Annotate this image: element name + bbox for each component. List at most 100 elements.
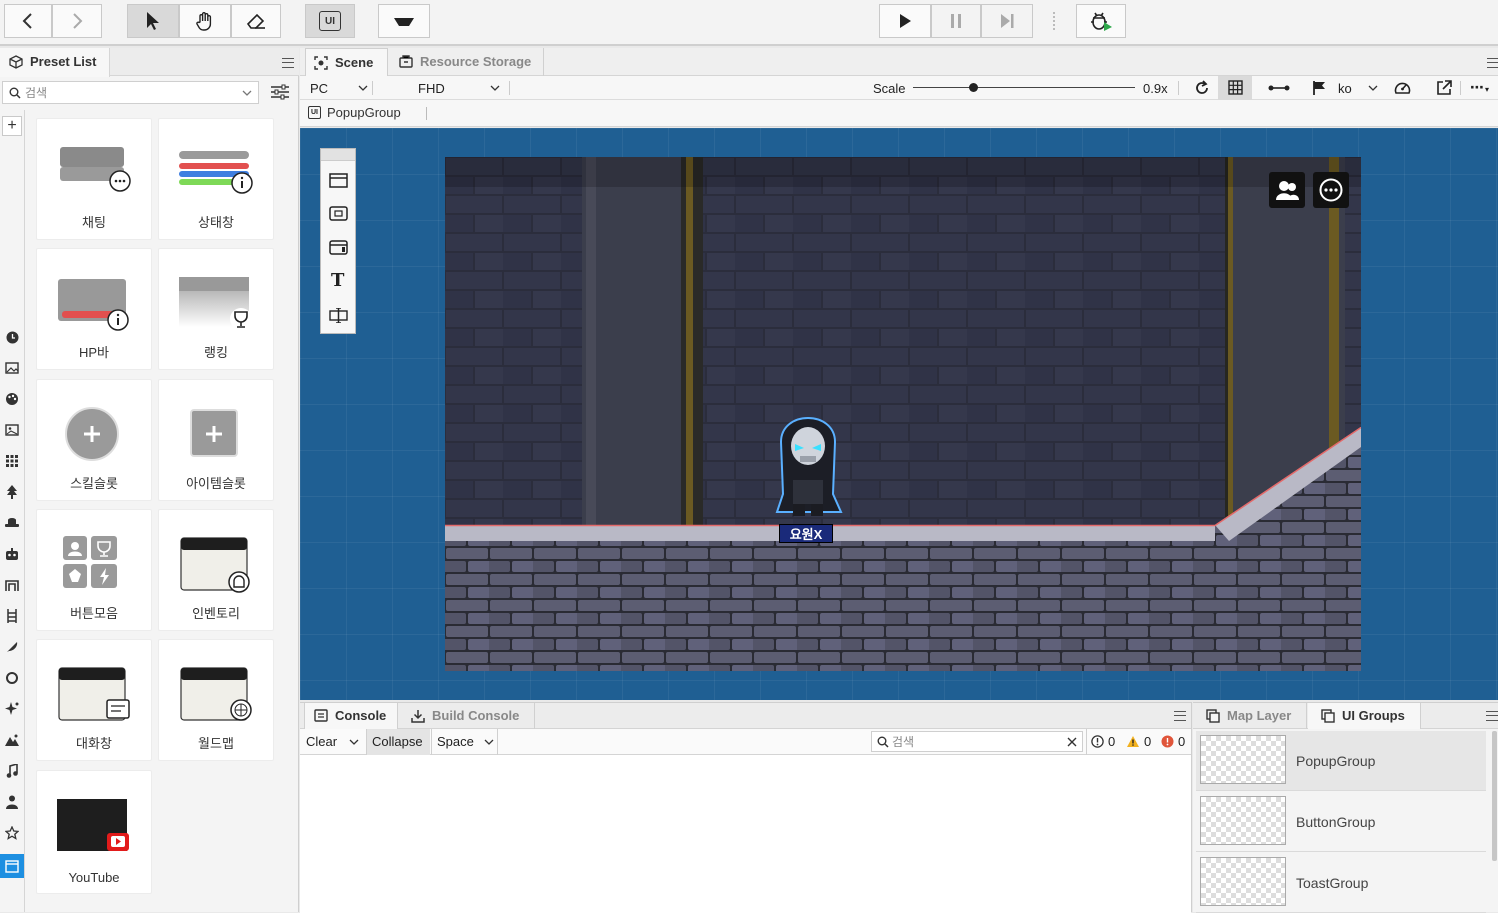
preset-card-skillslot[interactable]: 스킬슬롯 bbox=[36, 379, 152, 501]
refresh-icon[interactable] bbox=[1194, 80, 1210, 96]
scene-panel-menu-icon[interactable] bbox=[1487, 58, 1498, 68]
add-text-icon[interactable]: T bbox=[331, 270, 344, 291]
cube-icon bbox=[9, 54, 23, 69]
console-menu-icon[interactable] bbox=[1174, 711, 1186, 721]
preset-card-ranking[interactable]: 랭킹 bbox=[158, 248, 274, 370]
info-filter-toggle[interactable]: 0 bbox=[1091, 734, 1115, 749]
collapse-toggle[interactable]: Collapse bbox=[367, 729, 430, 755]
robot-icon[interactable] bbox=[3, 545, 21, 563]
preset-card-status[interactable]: 상태창 bbox=[158, 118, 274, 240]
preset-card-itemslot[interactable]: 아이템슬롯 bbox=[158, 379, 274, 501]
preset-card-youtube[interactable]: YouTube bbox=[36, 770, 152, 894]
chevron-down-icon[interactable] bbox=[242, 90, 252, 97]
ring-icon[interactable] bbox=[3, 669, 21, 687]
resolution-dropdown[interactable]: FHD bbox=[418, 79, 500, 97]
ui-mode-button[interactable]: UI bbox=[305, 4, 355, 38]
image-icon[interactable] bbox=[3, 359, 21, 377]
palette-icon[interactable] bbox=[3, 390, 21, 408]
gate-icon[interactable] bbox=[3, 576, 21, 594]
clear-button[interactable]: Clear bbox=[306, 734, 337, 749]
ui-group-item[interactable]: ButtonGroup bbox=[1196, 792, 1486, 852]
menu-hud-button[interactable] bbox=[1313, 172, 1349, 208]
play-button[interactable] bbox=[879, 4, 931, 38]
star-icon[interactable] bbox=[3, 824, 21, 842]
tab-build-console[interactable]: Build Console bbox=[399, 703, 535, 729]
tab-console[interactable]: Console bbox=[304, 703, 398, 729]
tab-resource-storage[interactable]: Resource Storage bbox=[389, 48, 544, 76]
scrollbar-thumb[interactable] bbox=[1492, 731, 1497, 861]
language-dropdown[interactable]: ko bbox=[1338, 79, 1378, 97]
search-icon bbox=[877, 736, 889, 748]
console-search-field[interactable]: 검색 bbox=[871, 731, 1083, 752]
select-tool-button[interactable] bbox=[127, 4, 179, 38]
debug-play-button[interactable] bbox=[1076, 4, 1126, 38]
more-options-icon[interactable]: ⋯▾ bbox=[1470, 79, 1496, 97]
hand-tool-button[interactable] bbox=[179, 4, 231, 38]
hat-icon[interactable] bbox=[3, 514, 21, 532]
breadcrumb-item[interactable]: UI PopupGroup bbox=[308, 105, 401, 120]
error-filter-toggle[interactable]: 0 bbox=[1161, 734, 1185, 749]
ui-group-item[interactable]: ToastGroup bbox=[1196, 853, 1486, 913]
tab-map-layer[interactable]: Map Layer bbox=[1197, 703, 1307, 729]
console-log-area[interactable] bbox=[300, 755, 1191, 913]
sparkle-icon[interactable] bbox=[3, 700, 21, 718]
gauge-icon[interactable] bbox=[1394, 80, 1411, 96]
flag-icon[interactable] bbox=[1312, 80, 1326, 96]
grid-icon[interactable] bbox=[3, 452, 21, 470]
music-note-icon[interactable] bbox=[3, 762, 21, 780]
add-panel-icon[interactable] bbox=[329, 173, 348, 188]
tab-preset-list[interactable]: Preset List bbox=[0, 48, 110, 77]
preset-card-hpbar[interactable]: HP바 bbox=[36, 248, 152, 370]
picture-icon[interactable] bbox=[3, 421, 21, 439]
snap-line-icon[interactable] bbox=[1268, 82, 1290, 94]
right-panel-menu-icon[interactable] bbox=[1486, 711, 1498, 721]
group-thumbnail bbox=[1200, 796, 1286, 845]
clock-icon[interactable] bbox=[3, 328, 21, 346]
add-scroll-icon[interactable] bbox=[329, 240, 348, 255]
toolbox-handle[interactable] bbox=[321, 149, 355, 161]
info-icon bbox=[1091, 735, 1104, 748]
search-icon bbox=[9, 87, 21, 99]
player-character[interactable] bbox=[771, 402, 845, 522]
storage-box-icon bbox=[399, 55, 413, 68]
space-dropdown[interactable]: Space bbox=[431, 729, 498, 755]
character-nameplate: 요원X bbox=[779, 524, 833, 543]
close-icon[interactable] bbox=[1067, 737, 1077, 747]
ui-group-item[interactable]: PopupGroup bbox=[1196, 731, 1486, 791]
warning-filter-toggle[interactable]: 0 bbox=[1126, 734, 1151, 749]
eraser-tool-button[interactable] bbox=[231, 4, 281, 38]
step-button[interactable] bbox=[981, 4, 1033, 38]
platform-dropdown[interactable]: PC bbox=[310, 79, 368, 97]
ui-preset-category-icon[interactable] bbox=[0, 854, 24, 878]
mountain-icon[interactable] bbox=[3, 731, 21, 749]
preset-card-worldmap[interactable]: 월드맵 bbox=[158, 639, 274, 761]
back-button[interactable] bbox=[4, 4, 52, 38]
preset-card-inventory[interactable]: 인벤토리 bbox=[158, 509, 274, 631]
add-button-icon[interactable] bbox=[329, 206, 348, 221]
friends-hud-button[interactable] bbox=[1269, 172, 1305, 208]
scale-slider-thumb[interactable] bbox=[968, 83, 978, 92]
bug-play-icon bbox=[1091, 12, 1112, 31]
preset-card-buttons[interactable]: 버튼모음 bbox=[36, 509, 152, 631]
avatar-mode-button[interactable] bbox=[378, 4, 430, 38]
preset-panel-menu-icon[interactable] bbox=[282, 58, 294, 68]
forward-button[interactable] bbox=[52, 4, 102, 38]
filter-settings-icon[interactable] bbox=[270, 84, 290, 100]
scene-viewport[interactable]: T 요원X bbox=[300, 128, 1498, 700]
feather-icon[interactable] bbox=[3, 638, 21, 656]
tab-ui-groups[interactable]: UI Groups bbox=[1308, 703, 1421, 729]
external-link-icon[interactable] bbox=[1436, 80, 1452, 96]
preset-card-dialog[interactable]: 대화창 bbox=[36, 639, 152, 761]
tree-icon[interactable] bbox=[3, 483, 21, 501]
chevron-down-icon[interactable] bbox=[349, 739, 359, 746]
pause-button[interactable] bbox=[931, 4, 981, 38]
preset-card-chat[interactable]: 채팅 bbox=[36, 118, 152, 240]
tab-scene[interactable]: Scene bbox=[305, 48, 388, 76]
grid-toggle-button[interactable] bbox=[1218, 76, 1252, 100]
add-input-icon[interactable] bbox=[329, 308, 348, 323]
ladder-icon[interactable] bbox=[3, 607, 21, 625]
add-preset-button[interactable]: + bbox=[2, 116, 22, 136]
person-icon[interactable] bbox=[3, 793, 21, 811]
preset-search-field[interactable]: 검색 bbox=[2, 81, 259, 104]
scale-slider[interactable] bbox=[913, 83, 1135, 92]
